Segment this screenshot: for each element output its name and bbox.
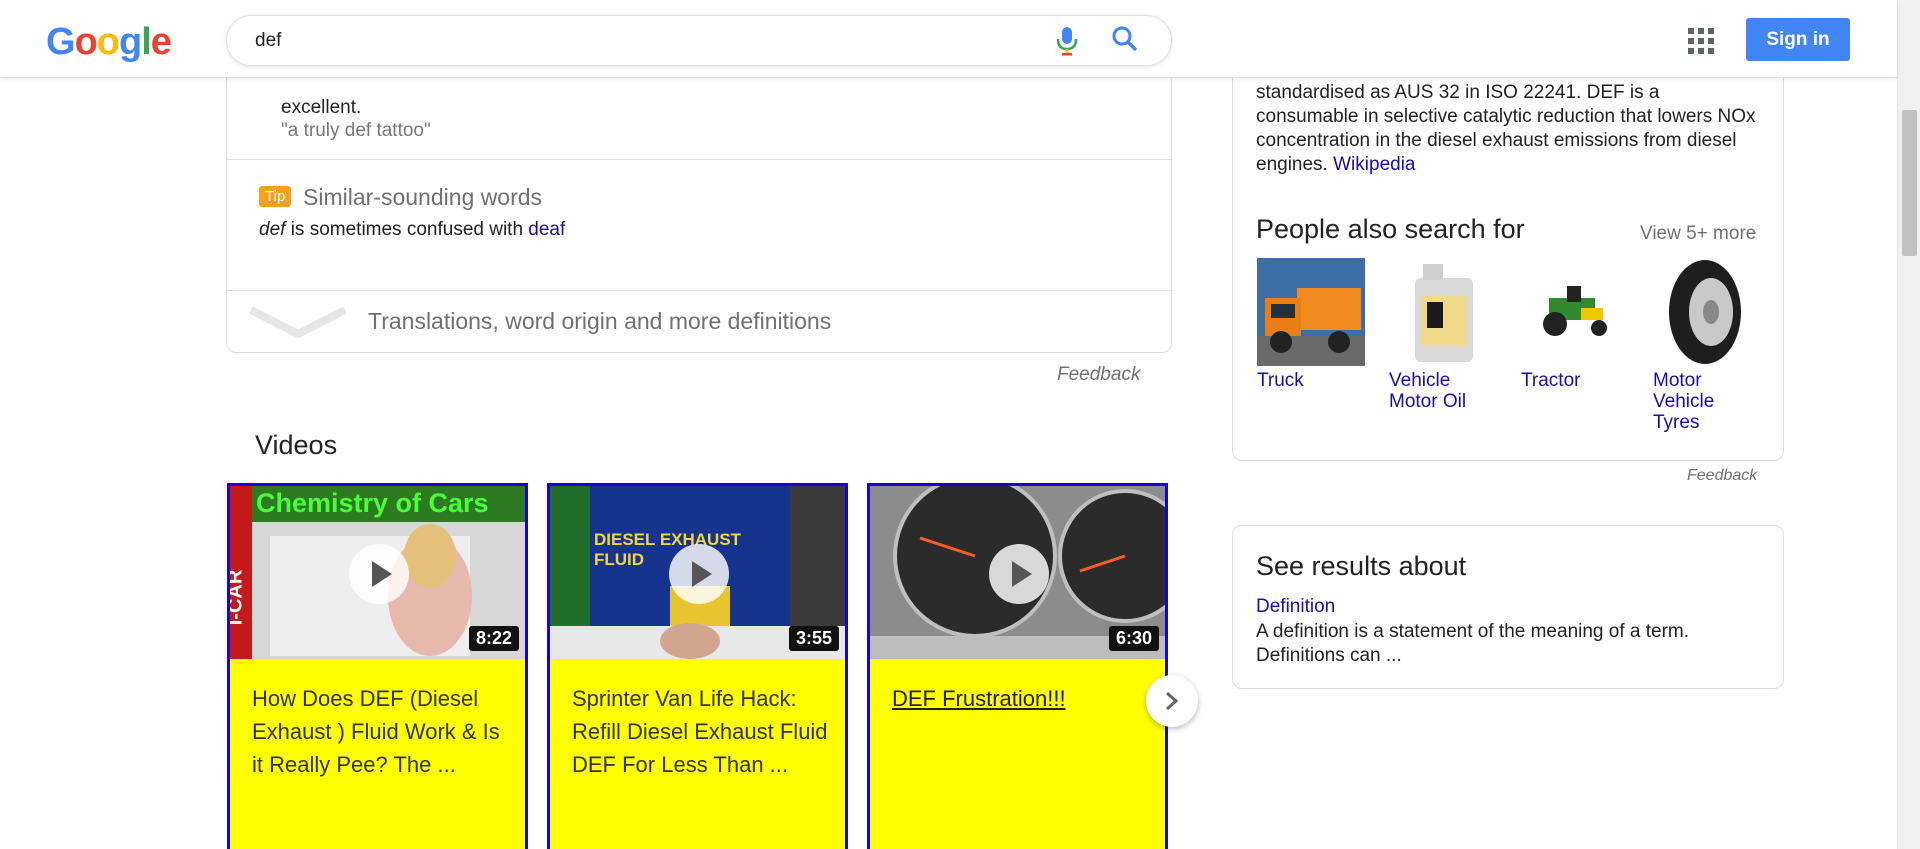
video-title[interactable]: Sprinter Van Life Hack: Refill Diesel Ex… xyxy=(572,682,830,781)
video-thumbnail[interactable]: DIESEL EXHAUST FLUID 3:55 xyxy=(550,486,845,659)
description-text: standardised as AUS 32 in ISO 22241. DEF… xyxy=(1256,82,1756,175)
tyre-image xyxy=(1653,258,1761,366)
similar-sounding-text: def is sometimes confused with deaf xyxy=(259,219,565,241)
knowledge-panel-description: standardised as AUS 32 in ISO 22241. DEF… xyxy=(1256,81,1766,177)
video-duration: 6:30 xyxy=(1108,626,1159,651)
logo-letter: e xyxy=(150,21,172,63)
item-label[interactable]: Truck xyxy=(1257,370,1367,391)
divider xyxy=(227,290,1173,291)
apps-grid-icon[interactable] xyxy=(1688,28,1714,54)
microphone-icon[interactable] xyxy=(1054,26,1080,56)
feedback-link[interactable]: Feedback xyxy=(1687,467,1757,485)
search-bar[interactable] xyxy=(226,15,1172,66)
thumbnail-side-logo: I-CAR xyxy=(230,569,247,626)
definition-example: "a truly def tattoo" xyxy=(281,120,431,141)
search-icon[interactable] xyxy=(1111,25,1139,53)
similar-word: def xyxy=(259,219,286,240)
knowledge-panel: standardised as AUS 32 in ISO 22241. DEF… xyxy=(1232,60,1784,461)
dictionary-card: excellent. "a truly def tattoo" Tip Simi… xyxy=(226,60,1173,353)
definition-link[interactable]: Definition xyxy=(1256,596,1335,618)
header: Google Sign in xyxy=(0,0,1897,78)
see-results-description: A definition is a statement of the meani… xyxy=(1256,621,1690,666)
see-results-card: See results about Definition A definitio… xyxy=(1232,525,1784,689)
next-videos-button[interactable] xyxy=(1146,675,1198,727)
video-duration: 3:55 xyxy=(788,626,839,651)
google-logo[interactable]: Google xyxy=(46,18,191,66)
sign-in-button[interactable]: Sign in xyxy=(1746,18,1850,61)
page: excellent. "a truly def tattoo" Tip Simi… xyxy=(0,0,1920,849)
see-results-title: See results about xyxy=(1256,551,1467,581)
definition-text: excellent. xyxy=(281,97,362,118)
video-card[interactable]: Chemistry of Cars I-CAR 8:22 How Does DE… xyxy=(227,483,528,849)
video-title[interactable]: DEF Frustration!!! xyxy=(892,682,1150,715)
video-card[interactable]: 6:30 DEF Frustration!!! xyxy=(867,483,1168,849)
logo-letter: l xyxy=(141,21,152,63)
feedback-link[interactable]: Feedback xyxy=(1057,364,1140,386)
vertical-scrollbar[interactable] xyxy=(1897,0,1920,849)
thumbnail-caption: Chemistry of Cars xyxy=(256,488,489,518)
logo-letter: g xyxy=(119,21,142,63)
item-label[interactable]: Motor Vehicle Tyres xyxy=(1653,370,1763,433)
tractor-image xyxy=(1521,258,1629,366)
videos-heading: Videos xyxy=(255,430,338,460)
people-also-search-title: People also search for xyxy=(1256,214,1525,244)
view-more-link[interactable]: View 5+ more xyxy=(1640,223,1756,245)
similar-mid-text: is sometimes confused with xyxy=(285,219,529,240)
item-label[interactable]: Vehicle Motor Oil xyxy=(1389,370,1499,412)
video-card[interactable]: DIESEL EXHAUST FLUID 3:55 Sprinter Van L… xyxy=(547,483,848,849)
video-title[interactable]: How Does DEF (Diesel Exhaust ) Fluid Wor… xyxy=(252,682,510,781)
scrollbar-thumb[interactable] xyxy=(1902,110,1917,256)
wikipedia-link[interactable]: Wikipedia xyxy=(1333,154,1415,175)
video-thumbnail[interactable]: Chemistry of Cars I-CAR 8:22 xyxy=(230,486,525,659)
play-icon[interactable] xyxy=(349,544,409,604)
similar-word-link[interactable]: deaf xyxy=(528,219,565,240)
chevron-down-icon[interactable] xyxy=(247,304,349,340)
logo-letter: o xyxy=(74,21,98,63)
similar-sounding-title: Similar-sounding words xyxy=(303,184,543,210)
chevron-right-icon xyxy=(1166,691,1179,711)
motor-oil-image xyxy=(1389,258,1497,366)
play-icon[interactable] xyxy=(989,544,1049,604)
divider xyxy=(227,159,1173,160)
more-definitions-link[interactable]: Translations, word origin and more defin… xyxy=(368,308,831,335)
logo-letter: G xyxy=(46,21,76,63)
video-duration: 8:22 xyxy=(468,626,519,651)
play-icon[interactable] xyxy=(669,544,729,604)
tip-badge: Tip xyxy=(259,186,292,207)
search-input[interactable] xyxy=(255,28,1035,54)
video-thumbnail[interactable]: 6:30 xyxy=(870,486,1165,659)
item-label[interactable]: Tractor xyxy=(1521,370,1631,391)
logo-letter: o xyxy=(96,21,120,63)
truck-image xyxy=(1257,258,1365,366)
